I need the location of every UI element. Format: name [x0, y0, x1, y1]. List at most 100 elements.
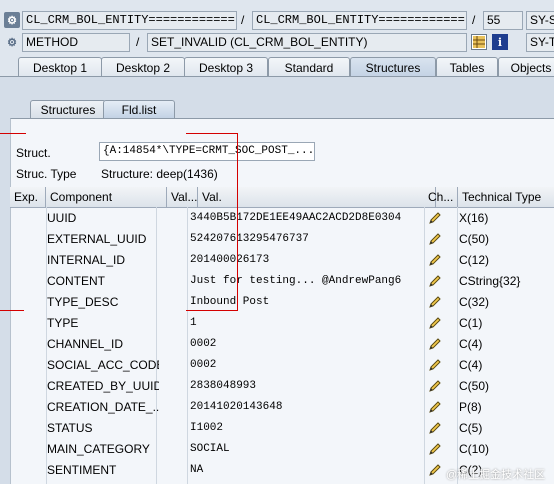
value-cell[interactable]: 201400026173	[190, 250, 422, 271]
edit-pencil-icon[interactable]	[428, 211, 444, 227]
struct-label: Struct.	[16, 146, 51, 160]
table-row[interactable]: STATUS I1002 C(5)	[14, 418, 554, 439]
column-header-exp[interactable]: Exp.	[10, 187, 46, 207]
edit-pencil-icon[interactable]	[428, 232, 444, 248]
component-cell: INTERNAL_ID	[47, 253, 126, 267]
include-field[interactable]: CL_CRM_BOL_ENTITY============	[252, 11, 467, 30]
value-cell[interactable]: 20141020143648	[190, 397, 422, 418]
struct-type-value: Structure: deep(1436)	[101, 167, 218, 181]
technical-type-cell: C(12)	[459, 253, 490, 267]
column-header-value-type[interactable]: Val...	[167, 187, 198, 207]
annotation-line	[186, 133, 238, 134]
value-cell[interactable]: NA	[190, 460, 422, 481]
technical-type-cell: X(16)	[459, 211, 489, 225]
component-cell: STATUS	[47, 421, 93, 435]
value-cell[interactable]: 0002	[190, 355, 422, 376]
technical-type-cell: C(4)	[459, 337, 483, 351]
table-row[interactable]: INTERNAL_ID 201400026173 C(12)	[14, 250, 554, 271]
separator: /	[241, 13, 245, 27]
info-icon[interactable]: i	[492, 34, 508, 50]
value-cell[interactable]: 1	[190, 313, 422, 334]
event-name-field[interactable]: SET_INVALID (CL_CRM_BOL_ENTITY)	[147, 33, 467, 52]
component-cell: CREATED_BY_UUID	[47, 379, 159, 393]
tab-desktop-2[interactable]: Desktop 2	[101, 57, 185, 77]
sy-subrc-field[interactable]: SY-S	[526, 11, 554, 30]
edit-pencil-icon[interactable]	[428, 337, 444, 353]
component-cell: MAIN_CATEGORY	[47, 442, 150, 456]
column-header-value[interactable]: Val.	[198, 187, 436, 207]
subtab-structures[interactable]: Structures	[30, 100, 106, 120]
tab-desktop-3[interactable]: Desktop 3	[184, 57, 268, 77]
column-header-component[interactable]: Component	[46, 187, 167, 207]
table-row[interactable]: CREATED_BY_UUID 2838048993 C(50)	[14, 376, 554, 397]
tab-desktop-1[interactable]: Desktop 1	[18, 57, 102, 77]
edit-pencil-icon[interactable]	[428, 400, 444, 416]
technical-type-cell: CString{32}	[459, 274, 521, 288]
edit-pencil-icon[interactable]	[428, 295, 444, 311]
component-cell: TYPE	[47, 316, 79, 330]
edit-pencil-icon[interactable]	[428, 442, 444, 458]
method-icon: ⚙	[7, 36, 17, 49]
edit-pencil-icon[interactable]	[428, 274, 444, 290]
technical-type-cell: C(50)	[459, 232, 490, 246]
table-row[interactable]: CONTENT Just for testing... @AndrewPang6 C…	[14, 271, 554, 292]
tab-tables[interactable]: Tables	[436, 57, 498, 77]
struct-input[interactable]: {A:14854*\TYPE=CRMT_SOC_POST_...	[99, 142, 315, 161]
table-view-icon[interactable]	[471, 34, 487, 50]
value-cell[interactable]: Just for testing... @AndrewPang6	[190, 271, 422, 292]
value-cell[interactable]: 3440B5B172DE1EE49AAC2ACD2D8E0304	[190, 208, 422, 229]
sy-tabix-field[interactable]: SY-T	[526, 33, 554, 52]
value-cell[interactable]: SOCIAL	[190, 439, 422, 460]
technical-type-cell: C(1)	[459, 316, 483, 330]
edit-pencil-icon[interactable]	[428, 316, 444, 332]
tab-structures[interactable]: Structures	[350, 57, 436, 77]
value-cell[interactable]: 0002	[190, 334, 422, 355]
tab-standard[interactable]: Standard	[268, 57, 350, 77]
value-cell[interactable]: 2838048993	[190, 376, 422, 397]
edit-pencil-icon[interactable]	[428, 463, 444, 479]
edit-pencil-icon[interactable]	[428, 358, 444, 374]
technical-type-cell: C(5)	[459, 421, 483, 435]
component-cell: CONTENT	[47, 274, 105, 288]
separator: /	[136, 35, 140, 49]
table-row[interactable]: CHANNEL_ID 0002 C(4)	[14, 334, 554, 355]
column-header-technical-type[interactable]: Technical Type	[458, 187, 554, 207]
annotation-line	[0, 310, 24, 311]
annotation-line	[0, 133, 26, 134]
edit-pencil-icon[interactable]	[428, 253, 444, 269]
component-cell: SOCIAL_ACC_CODE	[47, 358, 159, 372]
table-row[interactable]: MAIN_CATEGORY SOCIAL C(10)	[14, 439, 554, 460]
annotation-line	[237, 133, 238, 311]
event-type-field[interactable]: METHOD	[22, 33, 130, 52]
technical-type-cell: P(8)	[459, 400, 482, 414]
technical-type-cell: C(50)	[459, 379, 490, 393]
value-cell[interactable]: 524207613295476737	[190, 229, 422, 250]
value-cell[interactable]: I1002	[190, 418, 422, 439]
struct-type-label: Struc. Type	[16, 167, 77, 181]
line-number-field[interactable]: 55	[483, 11, 523, 30]
table-row[interactable]: SOCIAL_ACC_CODE 0002 C(4)	[14, 355, 554, 376]
column-header-change[interactable]: Ch...	[424, 187, 458, 207]
program-icon: ⚙	[4, 12, 20, 28]
technical-type-cell: C(32)	[459, 295, 490, 309]
technical-type-cell: C(10)	[459, 442, 490, 456]
table-row[interactable]: CREATION_DATE_... 20141020143648 P(8)	[14, 397, 554, 418]
edit-pencil-icon[interactable]	[428, 421, 444, 437]
component-cell: CHANNEL_ID	[47, 337, 124, 351]
table-row[interactable]: UUID 3440B5B172DE1EE49AAC2ACD2D8E0304 X(16…	[14, 208, 554, 229]
component-cell: UUID	[47, 211, 77, 225]
table-row[interactable]: TYPE 1 C(1)	[14, 313, 554, 334]
table-header: Exp. Component Val... Val. Ch... Technic…	[10, 187, 554, 208]
separator: /	[472, 13, 476, 27]
annotation-line	[186, 310, 238, 311]
subtab-fld-list[interactable]: Fld.list	[103, 100, 175, 120]
tab-objects[interactable]: Objects	[498, 57, 554, 77]
component-cell: TYPE_DESC	[47, 295, 119, 309]
table-row[interactable]: TYPE_DESC Inbound Post C(32)	[14, 292, 554, 313]
edit-pencil-icon[interactable]	[428, 379, 444, 395]
component-cell: SENTIMENT	[47, 463, 117, 477]
component-cell: CREATION_DATE_...	[47, 400, 159, 414]
technical-type-cell: C(4)	[459, 358, 483, 372]
table-row[interactable]: EXTERNAL_UUID 524207613295476737 C(50)	[14, 229, 554, 250]
program-field[interactable]: CL_CRM_BOL_ENTITY============	[22, 11, 237, 30]
